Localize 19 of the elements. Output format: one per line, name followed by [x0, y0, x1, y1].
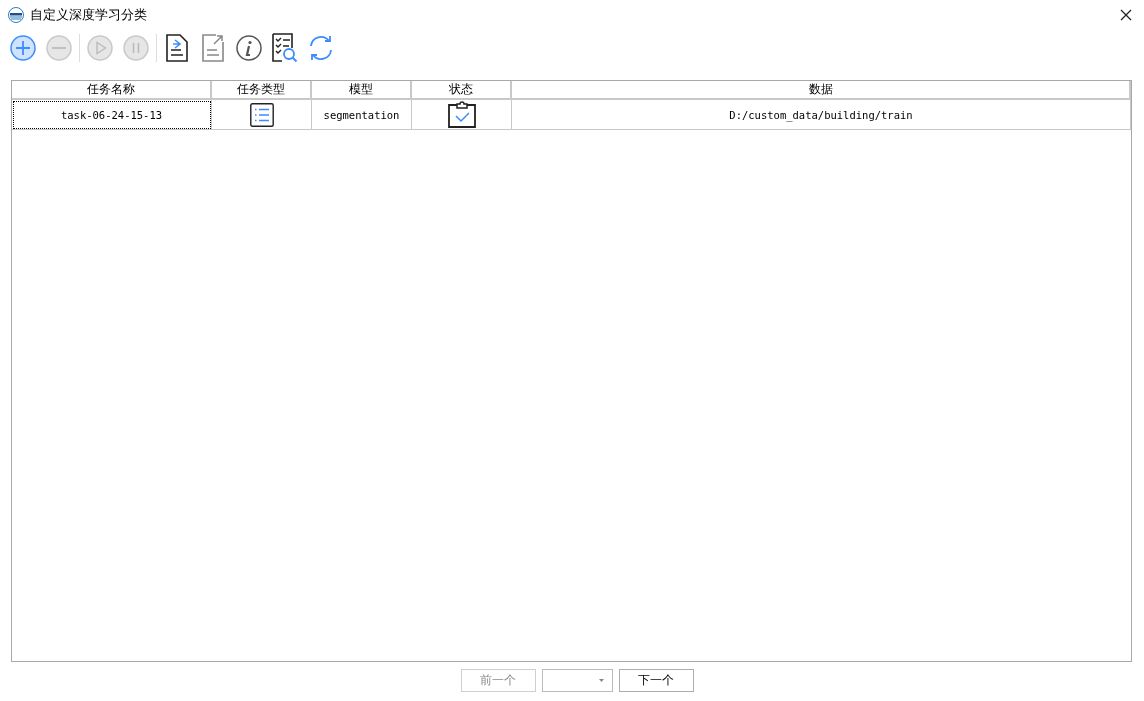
window-title: 自定义深度学习分类 [30, 6, 148, 24]
refresh-icon[interactable] [307, 34, 335, 62]
column-header[interactable]: 模型 [312, 81, 412, 100]
info-icon[interactable] [236, 35, 262, 61]
column-header[interactable]: 任务类型 [212, 81, 312, 100]
page-dropdown[interactable] [541, 669, 613, 692]
add-icon[interactable] [10, 35, 36, 61]
column-header[interactable]: 数据 [512, 81, 1131, 100]
checklist-search-icon[interactable] [272, 33, 298, 63]
table-cell: D:/custom_data/building/train [512, 100, 1131, 130]
app-logo-icon [8, 7, 24, 23]
column-header[interactable]: 状态 [412, 81, 512, 100]
table-cell: segmentation [312, 100, 412, 130]
import-document-icon[interactable] [166, 34, 188, 62]
caret-icon [598, 679, 604, 682]
close-icon[interactable] [1120, 9, 1132, 21]
table-cell: task-06-24-15-13 [12, 100, 212, 130]
next-button[interactable]: 下一个 [618, 669, 694, 692]
column-header[interactable]: 任务名称 [12, 81, 212, 100]
